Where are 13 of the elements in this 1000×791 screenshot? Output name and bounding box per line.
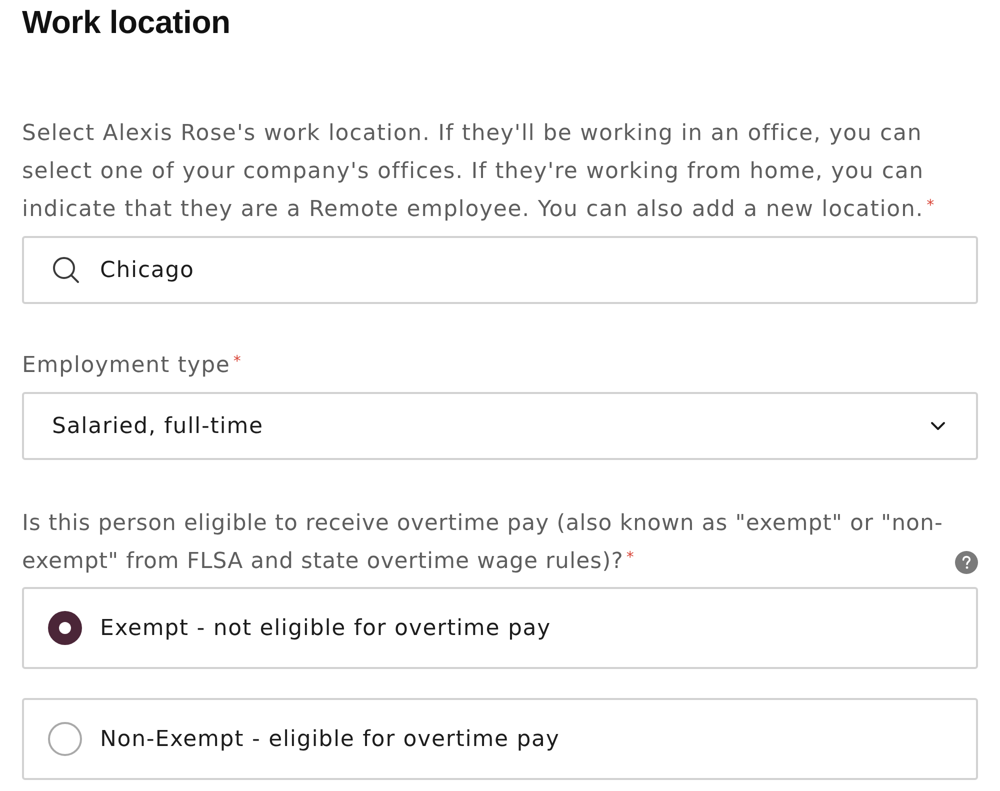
chevron-down-icon xyxy=(930,421,946,431)
search-field[interactable]: Chicago xyxy=(22,236,978,304)
radio-button[interactable] xyxy=(48,611,82,645)
radio-option[interactable]: Exempt - not eligible for overtime pay xyxy=(22,587,978,669)
overtime-question: Is this person eligible to receive overtime pay (also known as "exempt" or "non-exempt" from FLSA and state overtime wage rules)?$^{*}$ xyxy=(22,510,944,576)
radio-button[interactable] xyxy=(48,722,82,756)
help-icon[interactable] xyxy=(955,551,978,574)
employment-type-dropdown[interactable]: Salaried, full-time xyxy=(22,392,978,460)
section-title: Work location xyxy=(22,3,232,41)
search-icon xyxy=(52,256,80,284)
radio-option[interactable]: Non-Exempt - eligible for overtime pay xyxy=(22,698,978,780)
location-description: Select Alexis Rose's work location. If they'll be working in an office, you can select one of your company's offices. If they're working from home, you can indicate that they are a Remote employee. You can also add a new location.$^{*}$ xyxy=(22,120,936,224)
employment-type-label: Employment type$^{*}$ xyxy=(22,351,243,380)
